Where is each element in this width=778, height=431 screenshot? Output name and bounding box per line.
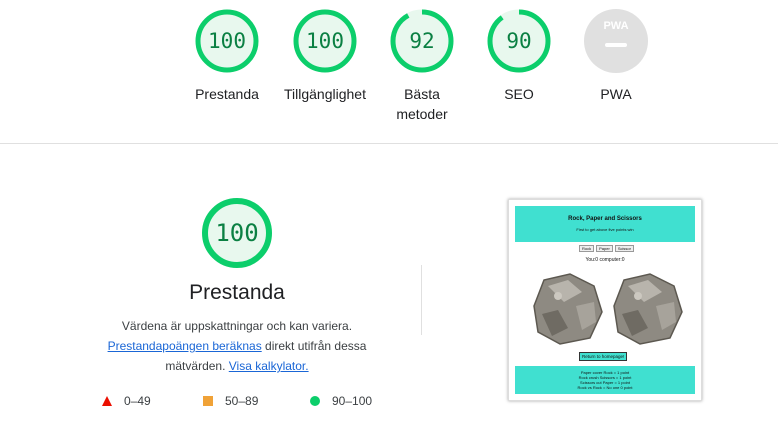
thumb-title: Rock, Paper and Scissors [568,216,642,222]
thumb-score: You:0 computer:0 [585,257,625,263]
gauge-pwa[interactable]: PWA [583,8,649,74]
desc-line: Värdena är uppskattningar och kan varier… [121,319,353,333]
gauge-label: Bästa metoder [396,86,448,122]
thumb-rule: Rock vs Rock = No one 0 point [577,385,633,390]
main-gauge: 100 [200,196,274,270]
desc-line: Prestandapoängen beräknas direkt utifrån… [92,336,382,376]
triangle-icon [102,396,112,406]
view-calculator-link[interactable]: Visa kalkylator. [229,359,309,373]
gauge-label: Prestanda [195,86,259,102]
main-score-value: 100 [215,219,259,247]
thumb-subtitle: First to get above five points win [576,227,634,232]
gauge-prestanda[interactable]: 100 [194,8,260,74]
legend-range: 50–89 [225,394,259,408]
score-value: 100 [208,29,246,53]
thumb-header: Rock, Paper and Scissors First to get ab… [515,206,695,242]
gauge-label: Tillgänglighet [284,86,366,102]
page-screenshot-thumbnail[interactable]: Rock, Paper and Scissors First to get ab… [508,199,702,401]
score-calc-link[interactable]: Prestandapoängen beräknas [108,339,262,353]
section-divider [0,143,778,144]
thumb-scissor-button: Scissor [614,245,634,252]
pwa-badge-text: PWA [603,20,629,32]
legend-item-pass: 90–100 [310,394,372,408]
thumb-return-button: Return to homepage! [579,352,628,361]
thumb-rock-button: Rock [579,245,595,252]
gauge-basta-metoder[interactable]: 92 [389,8,455,74]
gauge-label: SEO [504,86,534,102]
legend-item-fail: 0–49 [102,394,151,408]
legend-range: 90–100 [332,394,373,408]
score-value: 92 [409,29,435,53]
thumb-footer: Paper cover Rock = 1 point Rock crush Sc… [515,366,695,394]
category-title: Prestanda [189,281,285,304]
thumb-buttons: Rock Paper Scissor [579,245,634,252]
rock-image-left [533,273,603,345]
score-value: 90 [506,29,532,53]
square-icon [203,396,213,406]
legend-item-average: 50–89 [203,394,258,408]
vertical-divider [421,265,422,335]
thumb-paper-button: Paper [596,245,613,252]
circle-icon [310,396,320,406]
gauge-tillganglighet[interactable]: 100 [292,8,358,74]
legend-range: 0–49 [124,394,151,408]
rock-image-right [613,273,683,345]
category-description: Värdena är uppskattningar och kan varier… [92,316,382,376]
gauge-seo[interactable]: 90 [486,8,552,74]
pwa-badge-icon [584,9,648,73]
gauge-label: PWA [600,86,632,102]
thumbnail-page: Rock, Paper and Scissors First to get ab… [515,206,695,394]
score-value: 100 [306,29,344,53]
